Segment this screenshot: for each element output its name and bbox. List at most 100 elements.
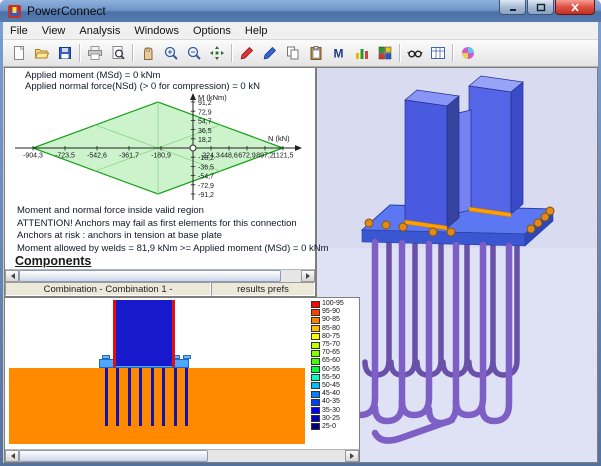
x-tick-label: 672,9 (238, 153, 256, 160)
legend-label: 80-75 (322, 332, 340, 340)
toolbar-separator (452, 44, 453, 62)
anchor-bolt-2d (128, 362, 131, 426)
blue-pen-icon (263, 46, 276, 60)
print-button[interactable] (83, 42, 106, 64)
bar-chart-button[interactable] (350, 42, 373, 64)
legend-label: 55-50 (322, 373, 340, 381)
flange-edge-line (172, 300, 175, 367)
save-button[interactable] (53, 42, 76, 64)
components-heading[interactable]: Components (15, 254, 91, 268)
legend-label: 75-70 (322, 341, 340, 349)
paste-button[interactable] (304, 42, 327, 64)
copy-button[interactable] (281, 42, 304, 64)
column-2d (116, 300, 172, 366)
legend-label: 65-60 (322, 357, 340, 365)
flange-edge-line (113, 300, 116, 367)
anchor-nut (381, 220, 391, 230)
open-button[interactable] (30, 42, 53, 64)
toolbar: M (3, 40, 598, 67)
applied-moment-text: Applied moment (MSd) = 0 kNm (25, 70, 161, 81)
moment-button[interactable]: M (327, 42, 350, 64)
x-tick-label: -542,6 (87, 153, 107, 160)
scrollbar-thumb[interactable] (19, 270, 282, 282)
legend-swatch (311, 333, 320, 341)
menu-item-view[interactable]: View (35, 23, 73, 39)
menu-item-analysis[interactable]: Analysis (72, 23, 127, 39)
results-prefs-button[interactable]: results prefs (211, 282, 315, 296)
render-button[interactable] (456, 42, 479, 64)
menubar: File View Analysis Windows Options Help (3, 22, 598, 40)
close-button[interactable] (555, 0, 595, 15)
y-tick-label: -54,7 (198, 174, 214, 181)
scrollbar-track[interactable] (19, 270, 301, 282)
zoom-in-button[interactable] (159, 42, 182, 64)
y-tick-label: 72,9 (198, 109, 212, 116)
bar-chart-icon (355, 49, 368, 59)
legend-swatch (311, 423, 320, 431)
legend-swatch (311, 366, 320, 374)
section-pane[interactable]: 100-95 95-90 90-85 85-80 80-75 75-70 70-65 65-6… (4, 297, 360, 463)
scrollbar-track[interactable] (19, 450, 345, 462)
x-tick-label: -904,3 (23, 153, 43, 160)
legend-swatch (311, 374, 320, 382)
y-tick-label: 54,7 (198, 119, 212, 126)
results-grid-button[interactable] (373, 42, 396, 64)
table-button[interactable] (426, 42, 449, 64)
zoom-fit-icon (209, 46, 224, 60)
draw-red-button[interactable] (235, 42, 258, 64)
combination-status: Combination - Combination 1 - (5, 282, 211, 296)
titlebar[interactable]: PowerConnect (0, 0, 601, 22)
print-preview-button[interactable] (106, 42, 129, 64)
menu-item-help[interactable]: Help (238, 23, 275, 39)
results-hscrollbar[interactable] (5, 269, 315, 282)
x-tick-label: 897,2 (256, 153, 274, 160)
scroll-right-button[interactable] (345, 450, 359, 462)
pan-hand-icon (143, 47, 152, 60)
anchor-nut (545, 206, 555, 216)
minimize-icon (509, 8, 516, 11)
legend-label: 25-0 (322, 422, 337, 430)
anchor-nut (526, 224, 536, 234)
zoom-fit-button[interactable] (205, 42, 228, 64)
results-pane[interactable]: Applied moment (MSd) = 0 kNm Applied nor… (4, 67, 329, 297)
anchor-bolt-2d (185, 362, 188, 426)
zoom-out-button[interactable] (182, 42, 205, 64)
anchor-rods-front (344, 238, 513, 427)
legend-label: 60-55 (322, 365, 340, 373)
scrollbar-thumb[interactable] (19, 450, 209, 462)
y-axis-arrow (190, 93, 196, 100)
x-tick-label: 448,6 (220, 153, 238, 160)
section-hscrollbar[interactable] (5, 449, 359, 462)
legend-swatch (311, 316, 320, 324)
menu-item-file[interactable]: File (3, 23, 35, 39)
legend-row: 65-60 (311, 357, 357, 365)
copy-icon (286, 46, 298, 60)
client-area: Applied moment (MSd) = 0 kNm Applied nor… (3, 67, 598, 463)
scroll-left-button[interactable] (5, 450, 19, 462)
x-axis-arrow (295, 145, 302, 151)
scroll-left-button[interactable] (5, 270, 19, 282)
anchor-bolt-2d (162, 362, 165, 426)
toolbar-separator (79, 44, 80, 62)
draw-blue-button[interactable] (258, 42, 281, 64)
status-strip: Combination - Combination 1 - results pr… (5, 282, 315, 296)
new-button[interactable] (7, 42, 30, 64)
pan-button[interactable] (136, 42, 159, 64)
legend-swatch (311, 308, 320, 316)
menu-item-options[interactable]: Options (186, 23, 238, 39)
menu-item-windows[interactable]: Windows (127, 23, 186, 39)
maximize-button[interactable] (527, 0, 554, 15)
minimize-button[interactable] (499, 0, 526, 15)
y-tick-label: -91,2 (198, 192, 214, 199)
save-icon (58, 47, 71, 59)
scroll-right-button[interactable] (301, 270, 315, 282)
glasses-icon (406, 50, 423, 58)
print-preview-icon (112, 46, 125, 60)
legend-swatch (311, 357, 320, 365)
legend-label: 95-90 (322, 308, 340, 316)
legend-row: 70-65 (311, 349, 357, 357)
applied-load-marker (189, 144, 197, 152)
legend-row: 45-40 (311, 390, 357, 398)
view-glasses-button[interactable] (403, 42, 426, 64)
note-valid-region: Moment and normal force inside valid reg… (17, 205, 204, 216)
